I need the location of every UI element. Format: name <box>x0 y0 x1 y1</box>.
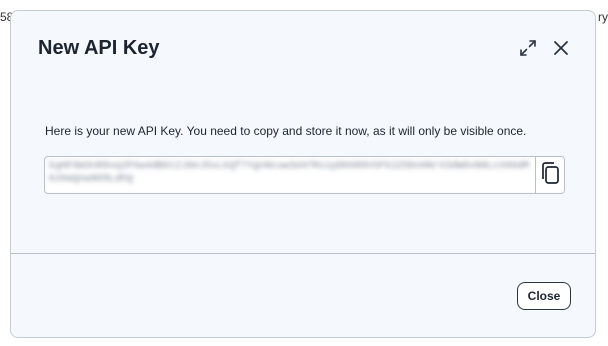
close-button[interactable]: Close <box>517 282 571 310</box>
dialog-header: New API Key <box>11 11 595 87</box>
close-icon-button[interactable] <box>550 39 572 61</box>
api-key-message: Here is your new API Key. You need to co… <box>45 124 527 138</box>
dialog-title: New API Key <box>38 37 160 59</box>
expand-icon <box>519 39 537 62</box>
footer-divider <box>11 253 595 254</box>
api-key-dialog: New API Key Here is your new API Key. Yo… <box>10 10 596 338</box>
expand-button[interactable] <box>517 39 539 61</box>
api-key-field[interactable]: kgHF8m3nR9vq2PXw4dB6tZJ8eJ5sLkQf7YgnNcuw… <box>44 156 565 194</box>
close-icon <box>553 40 569 61</box>
copy-button[interactable] <box>535 157 564 193</box>
background-text-fragment: ry <box>598 10 608 24</box>
api-key-value: kgHF8m3nR9vq2PXw4dB6tZJ8eJ5sLkQf7YgnNcuw… <box>49 161 530 185</box>
copy-icon <box>540 161 560 190</box>
